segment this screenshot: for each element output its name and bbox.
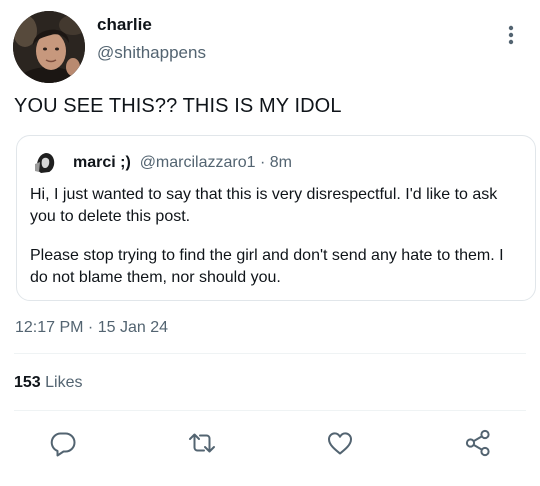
- quoted-paragraph: Hi, I just wanted to say that this is ve…: [30, 186, 498, 225]
- likes-label: Likes: [45, 374, 83, 391]
- more-options-button[interactable]: [500, 20, 522, 50]
- quoted-time: 8m: [269, 154, 292, 171]
- quoted-body: Hi, I just wanted to say that this is ve…: [30, 184, 520, 289]
- heart-icon: [328, 432, 352, 455]
- author-name[interactable]: charlie: [97, 15, 152, 35]
- quoted-separator: ·: [259, 154, 266, 171]
- tweet-text: YOU SEE THIS?? THIS IS MY IDOL: [14, 95, 342, 117]
- like-button[interactable]: [325, 428, 355, 458]
- author-photo: [13, 11, 85, 83]
- quoted-author-photo: [31, 148, 59, 176]
- reply-button[interactable]: [48, 428, 78, 458]
- more-vertical-icon: [508, 25, 514, 45]
- quoted-author-handle[interactable]: @marcilazzaro1: [140, 154, 256, 171]
- retweet-button[interactable]: [187, 428, 217, 458]
- author-avatar[interactable]: [13, 11, 85, 83]
- share-button[interactable]: [463, 428, 493, 458]
- tweet-timestamp[interactable]: 12:17 PM · 15 Jan 24: [15, 318, 168, 338]
- retweet-icon: [189, 433, 215, 453]
- author-handle[interactable]: @shithappens: [97, 43, 206, 63]
- quoted-paragraph: Please stop trying to find the girl and …: [30, 247, 504, 286]
- quoted-author-avatar: [31, 148, 59, 176]
- quoted-tweet-card[interactable]: marci ;) @marcilazzaro1 · 8m Hi, I just …: [16, 135, 536, 301]
- reply-icon: [50, 432, 76, 457]
- divider: [14, 353, 526, 354]
- divider: [14, 410, 526, 411]
- likes-count: 153: [14, 374, 41, 391]
- share-icon: [465, 429, 490, 457]
- quoted-header: marci ;) @marcilazzaro1 · 8m: [73, 153, 292, 173]
- quoted-author-name[interactable]: marci ;): [73, 154, 131, 171]
- likes-stat[interactable]: 153 Likes: [14, 373, 83, 393]
